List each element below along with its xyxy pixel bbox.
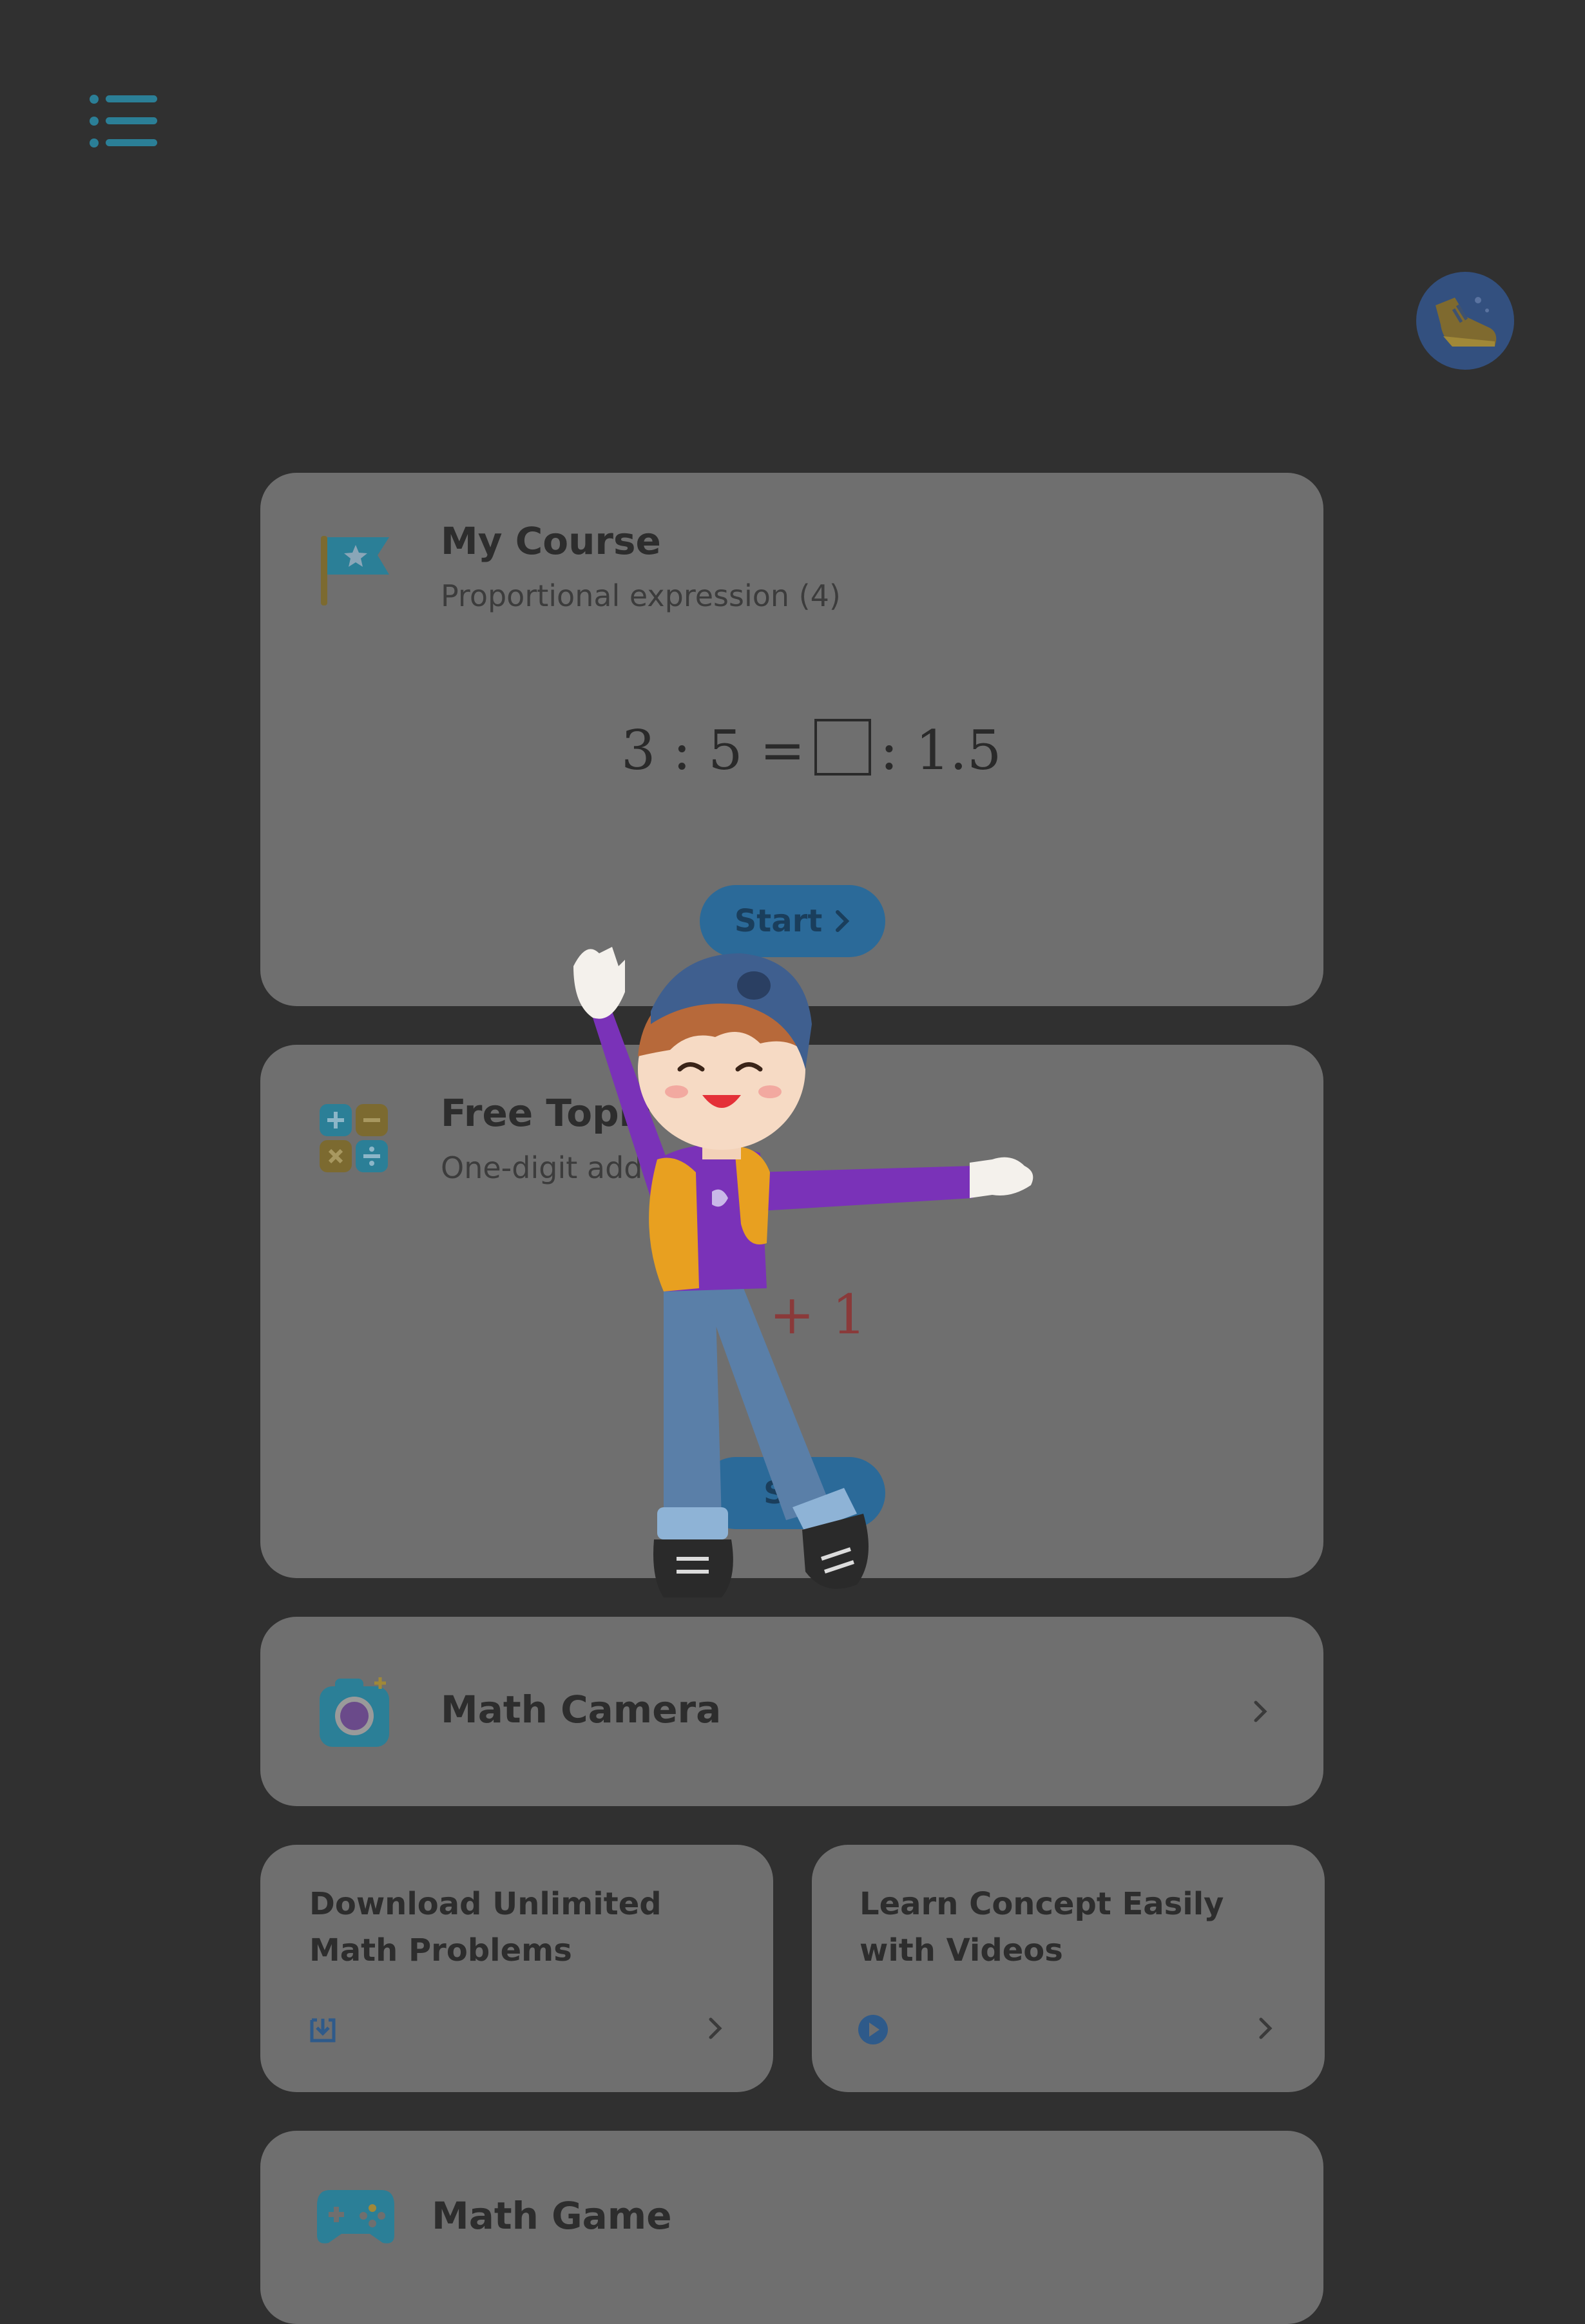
- cheering-boy-character: [573, 947, 1033, 1597]
- calculator-operations-icon: [320, 1104, 388, 1172]
- download-title: Download Unlimited Math Problems: [309, 1886, 662, 1968]
- my-course-subtitle: Proportional expression (4): [441, 578, 841, 613]
- download-problems-card[interactable]: Download Unlimited Math Problems: [260, 1845, 773, 2092]
- equation-left: 3 : 5 =: [621, 719, 805, 782]
- concept-videos-card[interactable]: Learn Concept Easily with Videos: [812, 1845, 1325, 2092]
- chevron-right-icon: [1259, 2017, 1273, 2039]
- sneaker-icon: [1436, 297, 1497, 347]
- profile-avatar-button[interactable]: [1416, 272, 1514, 370]
- videos-title: Learn Concept Easily with Videos: [860, 1886, 1224, 1968]
- math-game-title: Math Game: [432, 2194, 672, 2238]
- math-camera-title: Math Camera: [441, 1688, 722, 1731]
- download-icon: [310, 2018, 336, 2043]
- answer-box: [814, 719, 871, 776]
- math-game-card[interactable]: Math Game: [260, 2131, 1323, 2324]
- list-icon: [90, 95, 157, 148]
- flag-icon: [321, 536, 389, 605]
- start-label: Start: [734, 903, 823, 939]
- my-course-title: My Course: [441, 519, 661, 563]
- math-camera-card[interactable]: Math Camera: [260, 1617, 1323, 1806]
- gamepad-icon: [317, 2190, 394, 2243]
- chevron-right-icon: [709, 2017, 722, 2039]
- chevron-right-icon: [1254, 1700, 1267, 1722]
- equation-right: : 1.5: [879, 719, 1002, 782]
- camera-icon: [320, 1677, 389, 1747]
- course-equation: 3 : 5 = : 1.5: [621, 719, 1001, 782]
- menu-button[interactable]: [89, 94, 158, 148]
- chevron-right-icon: [836, 910, 850, 932]
- my-course-card[interactable]: My Course Proportional expression (4) 3 …: [260, 473, 1323, 1006]
- play-icon: [858, 2015, 888, 2044]
